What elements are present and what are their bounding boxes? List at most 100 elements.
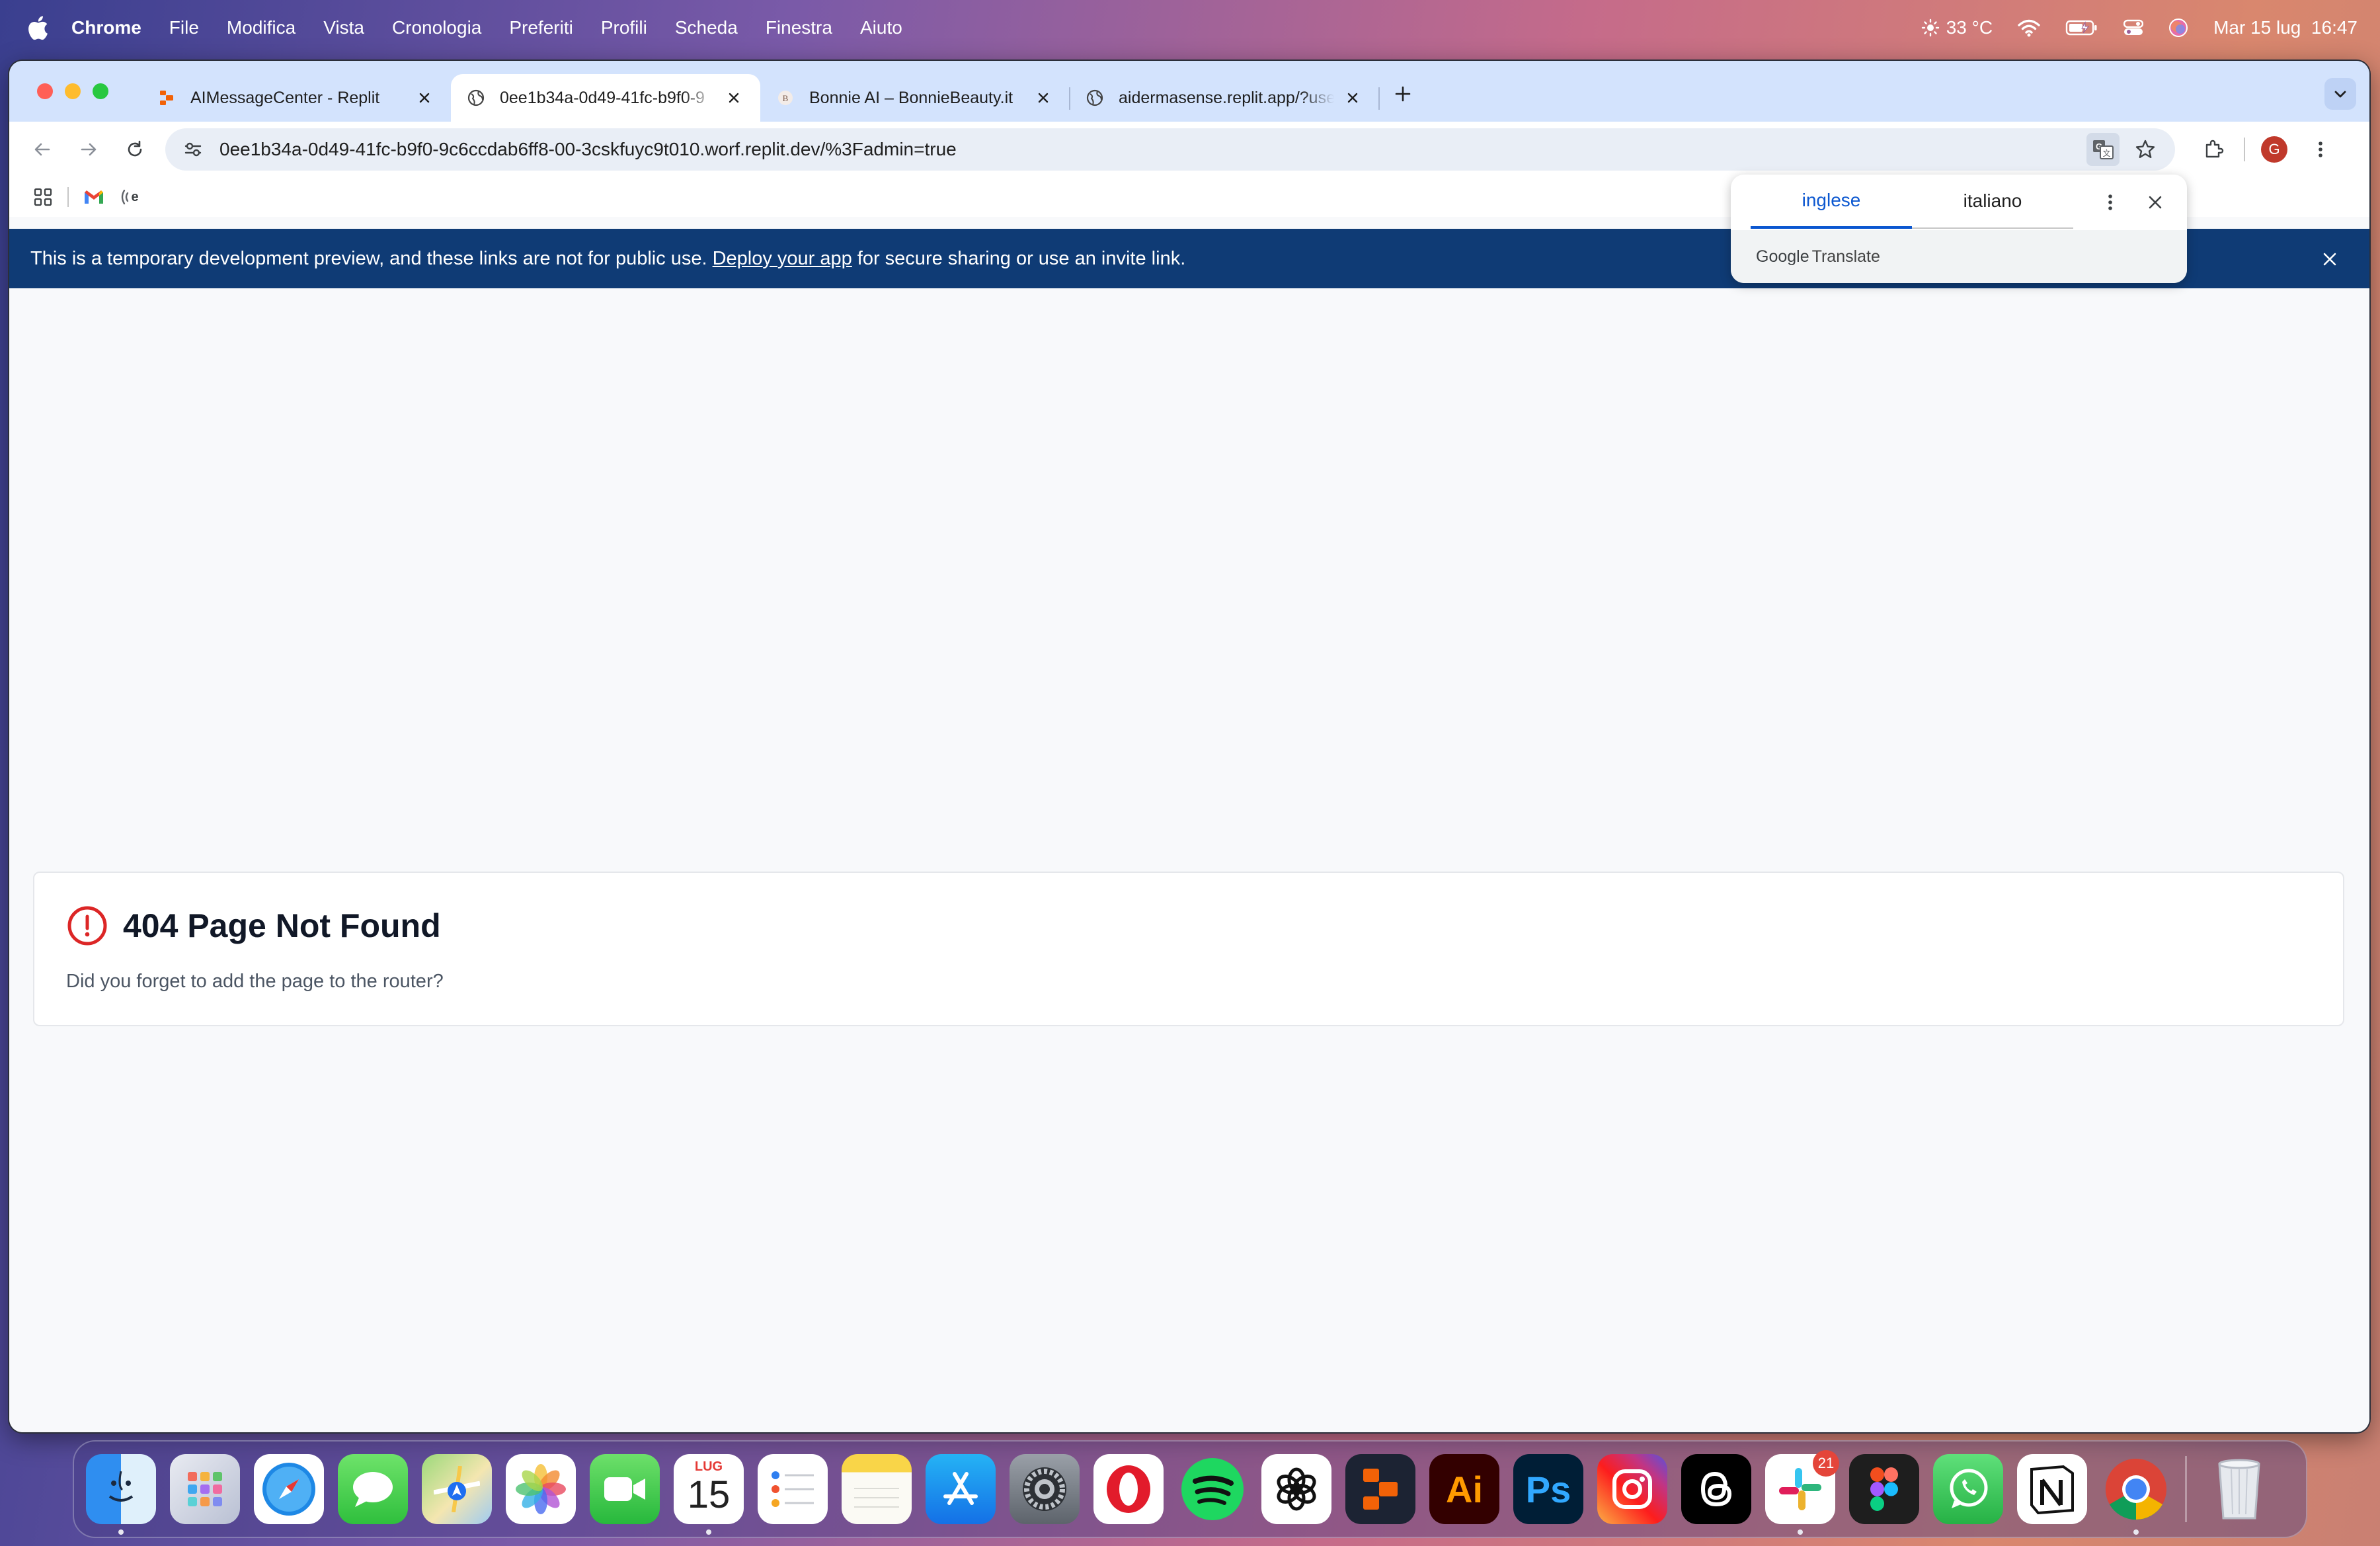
notes-icon[interactable] [842, 1454, 912, 1524]
siri-icon[interactable] [2168, 18, 2188, 38]
facetime-icon[interactable] [590, 1454, 660, 1524]
minimize-window-button[interactable] [65, 83, 81, 99]
messages-icon[interactable] [338, 1454, 408, 1524]
brand-translate: Translate [1811, 247, 1880, 266]
toolbar-divider [2244, 138, 2245, 161]
bookmarks-divider [67, 187, 69, 207]
deploy-app-link[interactable]: Deploy your app [713, 248, 852, 270]
close-translate-icon[interactable] [2141, 188, 2170, 217]
menu-vista[interactable]: Vista [323, 17, 364, 38]
chrome-menu-button[interactable] [2302, 131, 2339, 168]
close-banner-icon[interactable] [2317, 246, 2343, 272]
bookmark-star-button[interactable] [2129, 133, 2162, 166]
threads-icon[interactable] [1681, 1454, 1751, 1524]
tab-aimessagecenter[interactable]: AIMessageCenter - Replit [141, 74, 451, 122]
tab-divider [1378, 87, 1380, 110]
close-window-button[interactable] [37, 83, 53, 99]
calendar-icon[interactable]: LUG 15 [674, 1454, 744, 1535]
apps-grid-icon[interactable] [33, 187, 53, 207]
star-icon [2135, 140, 2155, 158]
maps-icon[interactable] [422, 1454, 492, 1524]
finder-icon[interactable] [86, 1454, 156, 1535]
illustrator-icon[interactable]: Ai [1429, 1454, 1499, 1524]
close-tab-icon[interactable] [414, 87, 435, 108]
menu-aiuto[interactable]: Aiuto [860, 17, 902, 38]
menu-cronologia[interactable]: Cronologia [392, 17, 481, 38]
notion-icon[interactable] [2017, 1454, 2087, 1524]
opera-icon[interactable] [1093, 1454, 1164, 1524]
address-bar[interactable]: 0ee1b34a-0d49-41fc-b9f0-9c6ccdab6ff8-00-… [165, 128, 2175, 171]
running-indicator [118, 1529, 124, 1535]
banner-text-after: for secure sharing or use an invite link… [857, 247, 1186, 269]
system-settings-icon[interactable] [1010, 1454, 1080, 1524]
plus-icon [1395, 86, 1411, 102]
chrome-icon[interactable] [2101, 1454, 2171, 1535]
apple-icon[interactable] [25, 14, 49, 42]
replit-dock-icon[interactable] [1345, 1454, 1415, 1524]
menu-scheda[interactable]: Scheda [675, 17, 738, 38]
calendar-day: 15 [687, 1473, 731, 1516]
menu-app-chrome[interactable]: Chrome [71, 17, 141, 38]
profile-button[interactable]: G [2256, 131, 2293, 168]
menu-profili[interactable]: Profili [601, 17, 647, 38]
close-tab-icon[interactable] [723, 87, 744, 108]
browser-toolbar: 0ee1b34a-0d49-41fc-b9f0-9c6ccdab6ff8-00-… [9, 122, 2369, 177]
svg-text:e: e [131, 190, 138, 204]
tab-dev-preview[interactable]: 0ee1b34a-0d49-41fc-b9f0-9 [451, 74, 760, 122]
brand-google: Google [1756, 247, 1809, 266]
figma-icon[interactable] [1849, 1454, 1919, 1524]
gmail-icon[interactable] [83, 188, 104, 206]
svg-text:B: B [783, 93, 789, 103]
tab-bonnie-ai[interactable]: B Bonnie AI – BonnieBeauty.it [760, 74, 1070, 122]
calendar-month: LUG [694, 1459, 723, 1474]
clock-datetime[interactable]: Mar 15 lug 16:47 [2213, 17, 2358, 38]
translate-source-tab[interactable]: inglese [1751, 175, 1912, 229]
zoom-window-button[interactable] [93, 83, 108, 99]
menu-modifica[interactable]: Modifica [227, 17, 296, 38]
trash-icon[interactable] [2204, 1454, 2274, 1524]
safari-icon[interactable] [254, 1454, 324, 1524]
close-tab-icon[interactable] [1033, 87, 1054, 108]
tab-aidermasense[interactable]: aidermasense.replit.app/?use [1070, 74, 1380, 122]
tab-search-button[interactable] [2324, 78, 2356, 110]
reminders-icon[interactable] [758, 1454, 828, 1524]
new-tab-button[interactable] [1387, 78, 1419, 110]
spotify-icon[interactable] [1177, 1454, 1248, 1524]
tab-title: Bonnie AI – BonnieBeauty.it [809, 88, 1013, 107]
running-indicator [706, 1529, 711, 1535]
forward-button[interactable] [70, 131, 107, 168]
instagram-icon[interactable] [1597, 1454, 1667, 1524]
chevron-down-icon [2334, 91, 2346, 98]
back-button[interactable] [24, 131, 61, 168]
window-controls [37, 83, 108, 99]
weather-status[interactable]: 33 °C [1921, 17, 1993, 38]
tab-title: aidermasense.replit.app/?use [1119, 88, 1334, 107]
running-indicator [1798, 1529, 1803, 1535]
slack-icon[interactable]: 21 [1765, 1450, 1839, 1535]
arrow-left-icon [34, 143, 50, 156]
extensions-button[interactable] [2195, 131, 2232, 168]
reload-button[interactable] [116, 131, 153, 168]
menu-preferiti[interactable]: Preferiti [509, 17, 573, 38]
bookmark-e-icon[interactable]: e [119, 187, 143, 207]
menu-bar: Chrome File Modifica Vista Cronologia Pr… [0, 0, 2380, 56]
battery-icon[interactable] [2065, 19, 2098, 36]
photos-icon[interactable] [506, 1454, 576, 1524]
menu-finestra[interactable]: Finestra [766, 17, 832, 38]
translate-target-tab[interactable]: italiano [1912, 175, 2073, 229]
translate-button[interactable]: G 文 [2086, 133, 2120, 166]
control-center-icon[interactable] [2123, 19, 2144, 36]
launchpad-icon[interactable] [170, 1454, 240, 1524]
wifi-icon[interactable] [2018, 19, 2040, 37]
app-store-icon[interactable] [926, 1454, 996, 1524]
url-text[interactable]: 0ee1b34a-0d49-41fc-b9f0-9c6ccdab6ff8-00-… [219, 139, 2077, 160]
sun-icon [1921, 19, 1939, 37]
photoshop-icon[interactable]: Ps [1513, 1454, 1583, 1524]
close-tab-icon[interactable] [1342, 87, 1363, 108]
translate-options-icon[interactable] [2096, 188, 2125, 217]
menu-file[interactable]: File [169, 17, 199, 38]
whatsapp-icon[interactable] [1933, 1454, 2003, 1524]
dock-separator [2185, 1456, 2187, 1522]
site-info-icon[interactable] [178, 135, 208, 164]
chatgpt-icon[interactable] [1261, 1454, 1331, 1524]
